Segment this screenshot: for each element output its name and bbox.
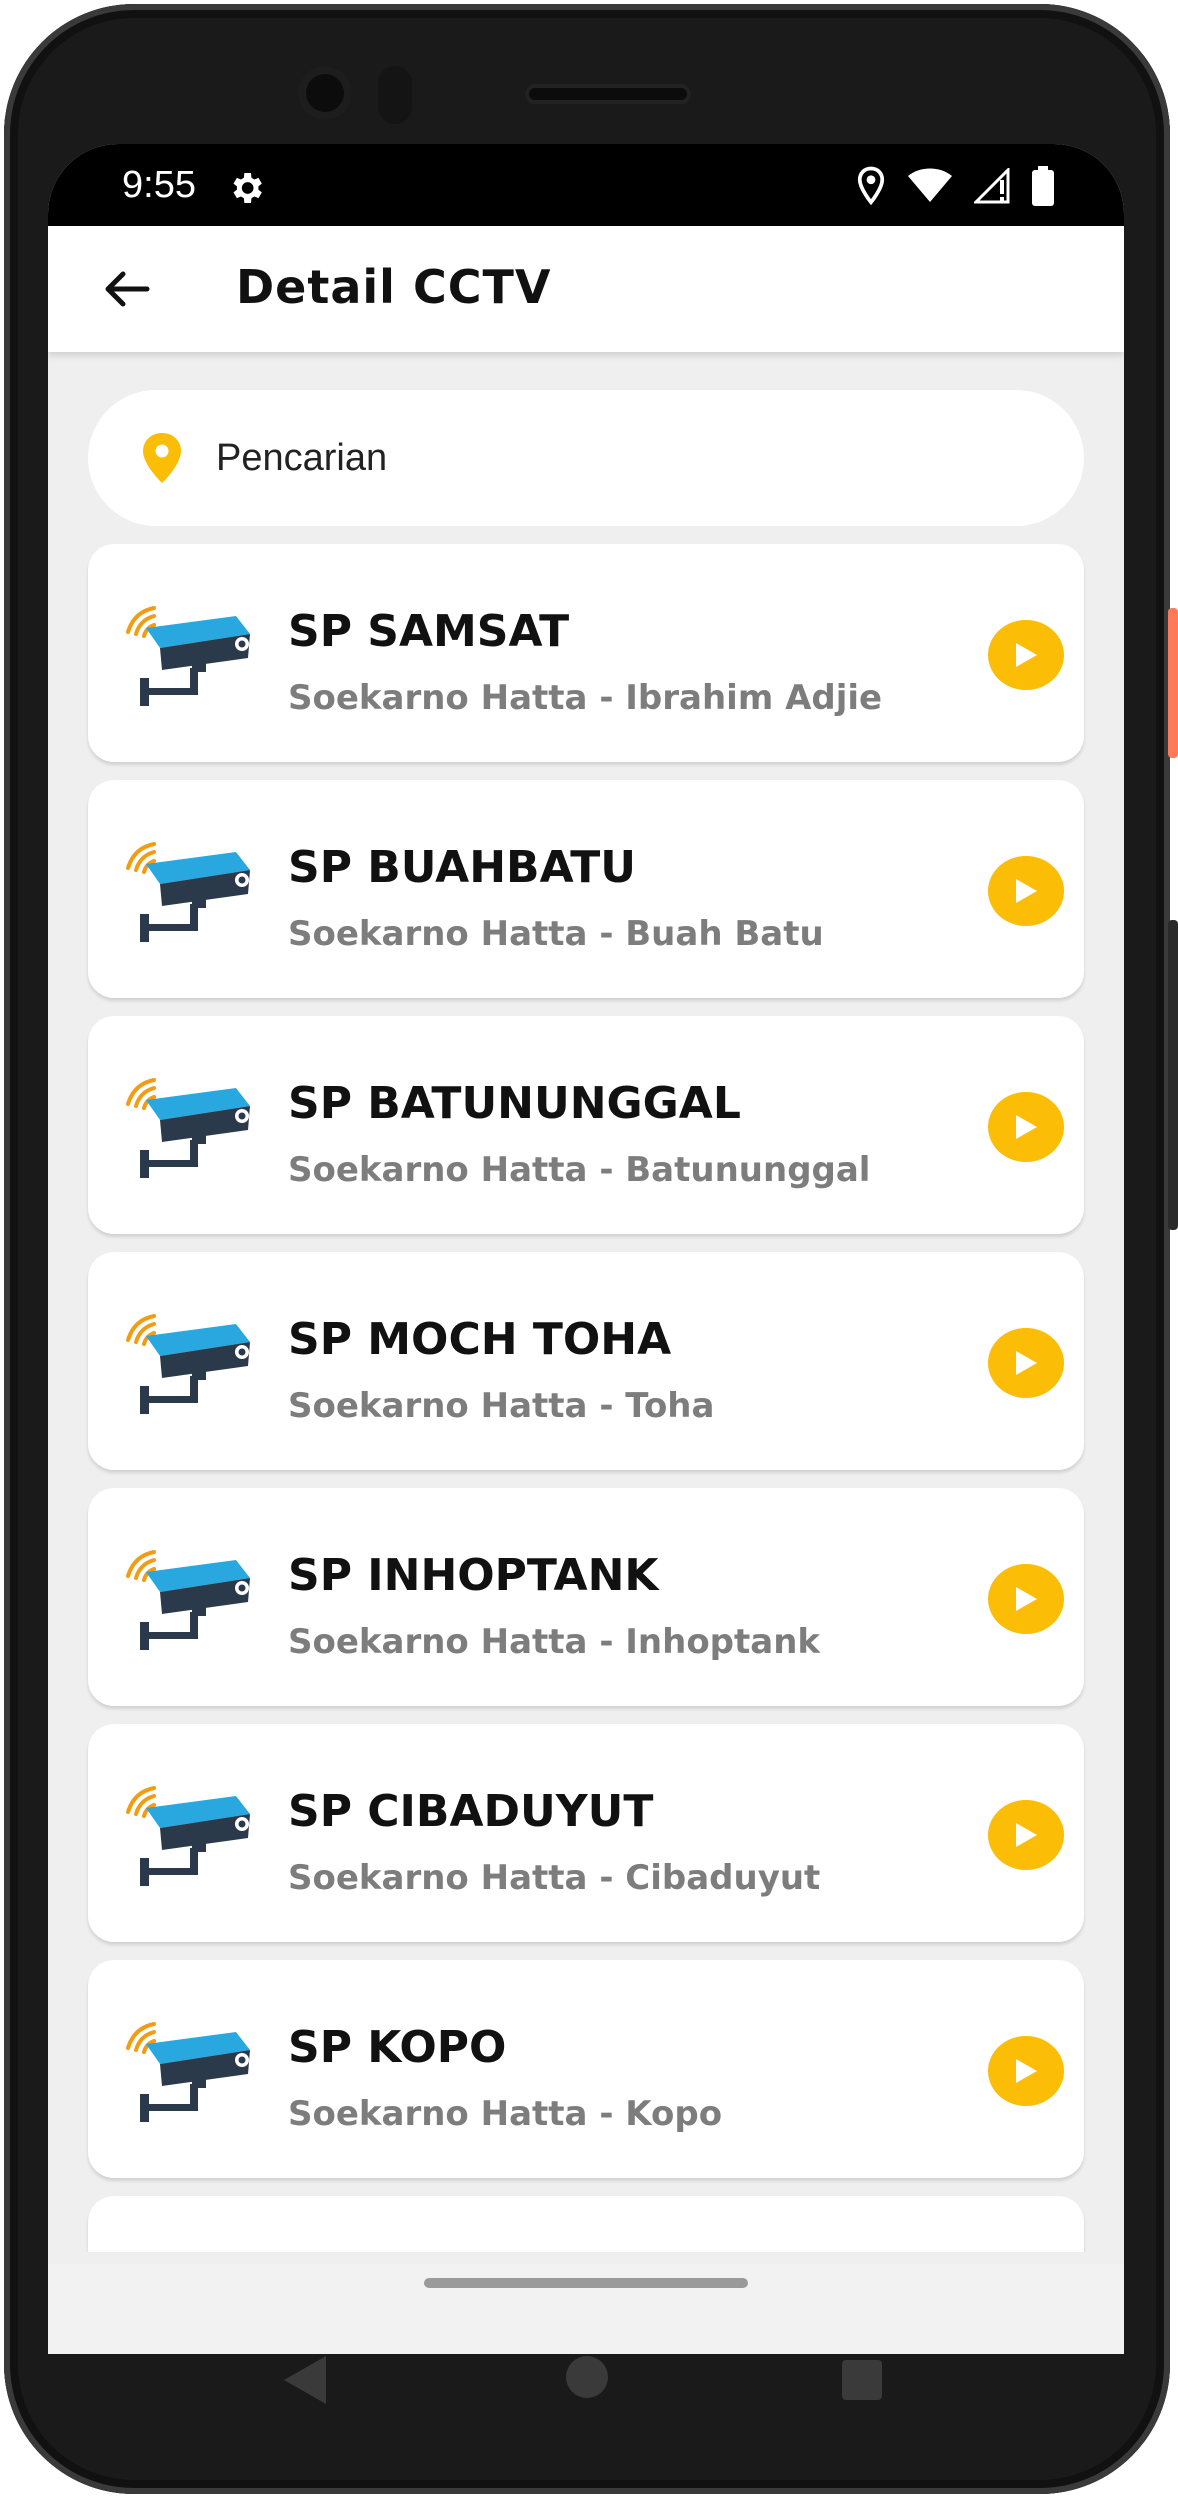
battery-icon	[1032, 166, 1054, 210]
content-area[interactable]: Pencarian SP SAMSAT Soekarno Hatta - Ibr…	[48, 352, 1124, 2252]
cctv-list: SP SAMSAT Soekarno Hatta - Ibrahim Adjie…	[88, 544, 1084, 2252]
cctv-subtitle: Soekarno Hatta - Inhoptank	[288, 1622, 821, 1662]
home-indicator[interactable]	[424, 2278, 748, 2288]
play-icon	[1016, 1823, 1037, 1847]
cctv-title: SP INHOPTANK	[288, 1550, 659, 1601]
gear-icon	[226, 168, 266, 212]
search-placeholder: Pencarian	[216, 436, 388, 479]
cctv-subtitle: Soekarno Hatta - Batununggal	[288, 1150, 871, 1190]
cctv-subtitle: Soekarno Hatta - Ibrahim Adjie	[288, 678, 883, 718]
front-camera	[298, 66, 352, 120]
cctv-title: SP SAMSAT	[288, 606, 570, 657]
cctv-list-item[interactable]: SP BATUNUNGGAL Soekarno Hatta - Batunung…	[88, 1016, 1084, 1234]
status-time: 9:55	[122, 164, 196, 206]
play-button[interactable]	[988, 2036, 1064, 2106]
play-button[interactable]	[988, 620, 1064, 690]
cctv-subtitle: Soekarno Hatta - Buah Batu	[288, 914, 824, 954]
phone-frame: 9:55 Detail CCTV Pencarian SP SAMSAT Soe…	[0, 0, 1178, 2498]
status-icons	[856, 166, 1054, 210]
cctv-subtitle: Soekarno Hatta - Toha	[288, 1386, 715, 1426]
play-icon	[1016, 643, 1037, 667]
cctv-camera-icon	[124, 2250, 254, 2252]
cctv-title: SP MOCH TOHA	[288, 1314, 672, 1365]
cctv-camera-icon	[124, 2014, 254, 2124]
nav-back-icon[interactable]	[282, 2354, 328, 2410]
cctv-camera-icon	[124, 1542, 254, 1652]
play-button[interactable]	[988, 1328, 1064, 1398]
cctv-list-item[interactable]: SP MOCH TOHA Soekarno Hatta - Toha	[88, 1252, 1084, 1470]
play-button[interactable]	[988, 1800, 1064, 1870]
earpiece-speaker	[525, 84, 691, 104]
cctv-camera-icon	[124, 1778, 254, 1888]
cctv-title: SP CIBADUYUT	[288, 1786, 654, 1837]
nav-recent-icon[interactable]	[840, 2358, 884, 2406]
screen: 9:55 Detail CCTV Pencarian SP SAMSAT Soe…	[48, 144, 1124, 2354]
volume-button	[1168, 920, 1178, 1230]
signal-icon	[972, 166, 1010, 208]
cctv-title: SP BUAHBATU	[288, 842, 636, 893]
play-icon	[1016, 2059, 1037, 2083]
cctv-camera-icon	[124, 834, 254, 944]
location-pin-icon	[143, 433, 181, 483]
cctv-list-item[interactable]: SP PASAR CARINGIN	[88, 2196, 1084, 2252]
back-button[interactable]	[92, 254, 162, 324]
wifi-icon	[908, 168, 952, 208]
cctv-list-item[interactable]: SP KOPO Soekarno Hatta - Kopo	[88, 1960, 1084, 2178]
cctv-list-item[interactable]: SP BUAHBATU Soekarno Hatta - Buah Batu	[88, 780, 1084, 998]
cctv-camera-icon	[124, 1306, 254, 1416]
search-field[interactable]: Pencarian	[88, 390, 1084, 526]
cctv-list-item[interactable]: SP INHOPTANK Soekarno Hatta - Inhoptank	[88, 1488, 1084, 1706]
page-title: Detail CCTV	[236, 260, 552, 314]
cctv-camera-icon	[124, 1070, 254, 1180]
play-icon	[1016, 1351, 1037, 1375]
play-icon	[1016, 1115, 1037, 1139]
location-icon	[856, 166, 886, 210]
play-button[interactable]	[988, 1092, 1064, 1162]
power-button	[1168, 608, 1178, 758]
play-icon	[1016, 1587, 1037, 1611]
proximity-sensor	[378, 66, 412, 124]
cctv-title: SP KOPO	[288, 2022, 507, 2073]
navigation-bar	[48, 2316, 1124, 2446]
cctv-title: SP BATUNUNGGAL	[288, 1078, 741, 1129]
play-button[interactable]	[988, 1564, 1064, 1634]
app-bar: Detail CCTV	[48, 226, 1124, 352]
arrow-left-icon	[105, 271, 150, 307]
cctv-subtitle: Soekarno Hatta - Cibaduyut	[288, 1858, 821, 1898]
status-bar: 9:55	[48, 144, 1124, 226]
cctv-list-item[interactable]: SP CIBADUYUT Soekarno Hatta - Cibaduyut	[88, 1724, 1084, 1942]
cctv-subtitle: Soekarno Hatta - Kopo	[288, 2094, 723, 2134]
cctv-list-item[interactable]: SP SAMSAT Soekarno Hatta - Ibrahim Adjie	[88, 544, 1084, 762]
nav-home-icon[interactable]	[564, 2354, 610, 2404]
play-icon	[1016, 879, 1037, 903]
cctv-camera-icon	[124, 598, 254, 708]
play-button[interactable]	[988, 856, 1064, 926]
